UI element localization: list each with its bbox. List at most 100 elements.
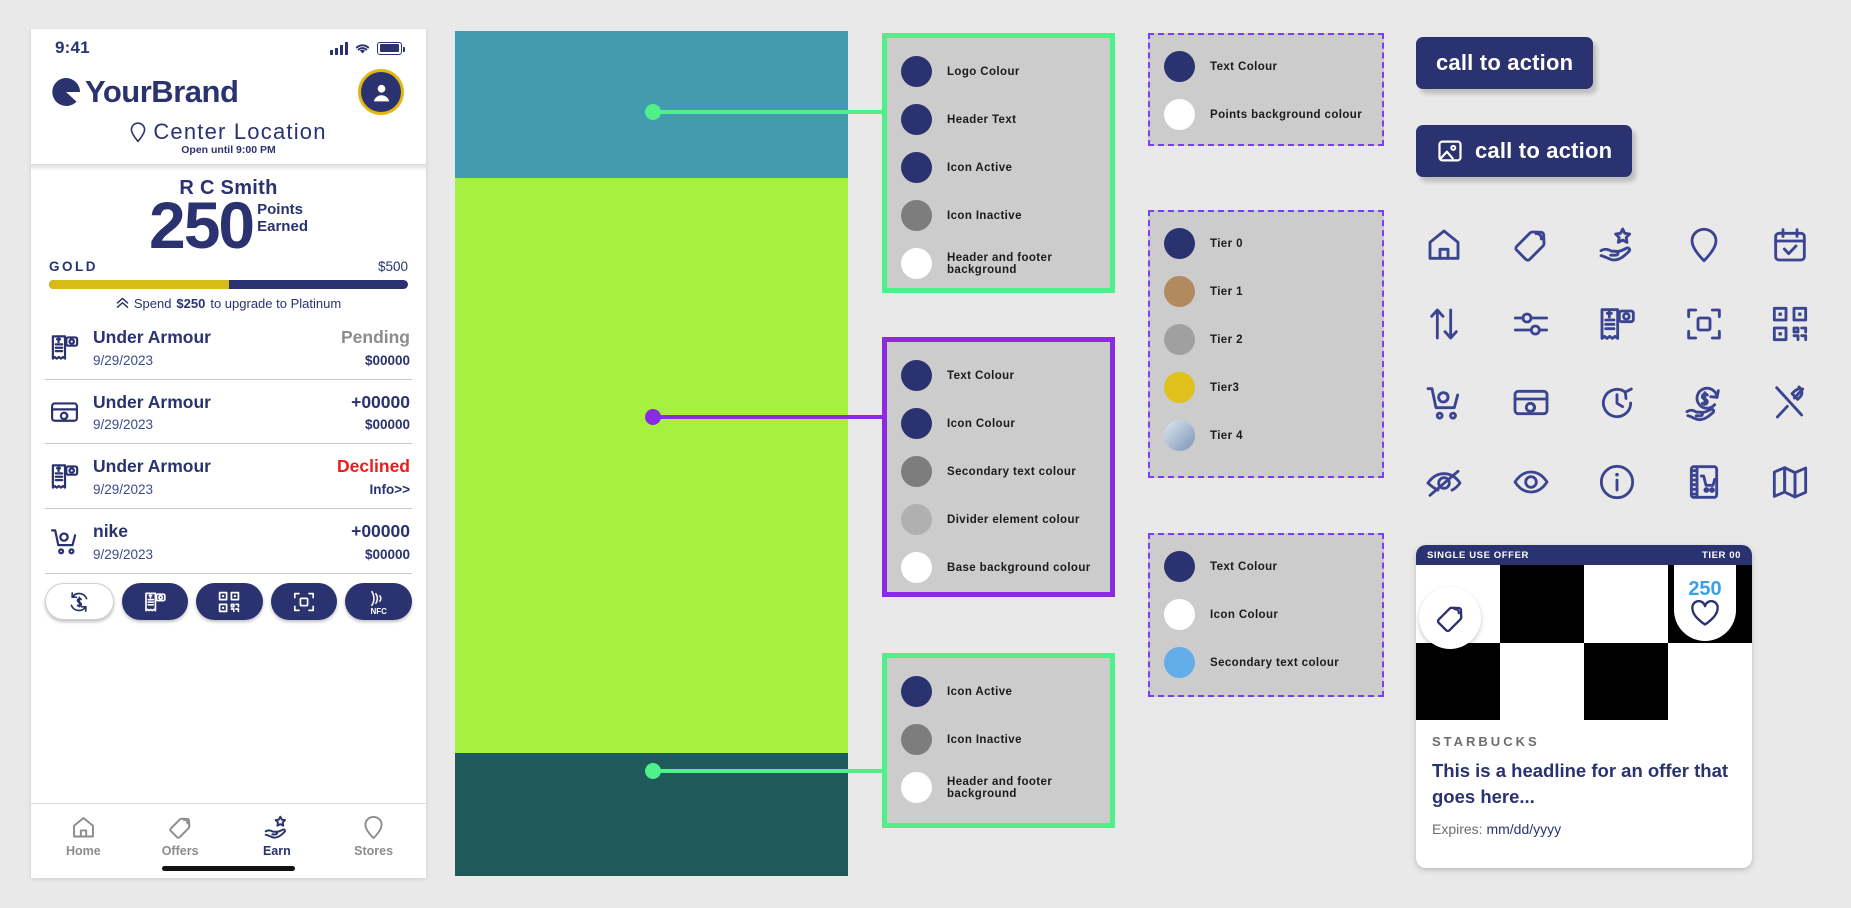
cart-link-icon [49,526,80,557]
transaction-row[interactable]: nike 9/29/2023 +00000 $00000 [45,509,412,575]
swatch-circle [901,772,932,803]
transaction-row[interactable]: Under Armour 9/29/2023 +00000 $00000 [45,380,412,445]
home-icon[interactable] [1421,222,1467,268]
connector-dot-footer [645,763,661,779]
transaction-date: 9/29/2023 [93,417,154,433]
nav-item-stores[interactable]: Stores [325,814,422,858]
swatch-row: Header and footer background [901,772,1096,803]
nfc-label: NFC [370,606,387,616]
offers-tag-icon[interactable] [1508,222,1554,268]
swatch-label: Points background colour [1210,108,1363,121]
swatch-row: Text Colour [1164,551,1368,582]
swatch-label: Icon Inactive [947,209,1022,222]
swatch-label: Tier 0 [1210,237,1243,250]
quick-action-refresh-dollar[interactable] [45,583,114,621]
location-row[interactable]: Center Location [47,119,410,145]
swatch-label: Text Colour [1210,560,1278,573]
upgrade-amount: $250 [176,295,206,311]
quick-action-receipt-camera[interactable] [121,583,189,621]
quick-action-scan-frame[interactable] [270,583,338,621]
cta-button-with-icon[interactable]: call to action [1416,125,1633,177]
swatch-circle [901,200,932,231]
dining-icon [1770,383,1810,423]
icon-row [1421,301,1813,347]
swatch-circle [1164,372,1195,403]
offer-image: 250 [1416,565,1752,720]
swatch-circle [1164,420,1195,451]
transaction-merchant: Under Armour [93,456,211,477]
eye-icon[interactable] [1508,459,1554,505]
swatch-label: Tier 4 [1210,429,1243,442]
catalog-cart-icon[interactable] [1681,459,1727,505]
cart-link-icon[interactable] [1421,380,1467,426]
dining-icon[interactable] [1767,380,1813,426]
tier-goal: $500 [377,258,408,274]
swatch-circle [901,248,932,279]
swatch-label: Header Text [947,113,1017,126]
swatch-label: Tier 1 [1210,285,1243,298]
header-swatch-panel: Logo Colour Header Text Icon Active Icon In… [882,33,1115,293]
swatch-circle [901,504,932,535]
scan-frame-icon[interactable] [1681,301,1727,347]
avatar[interactable] [358,69,404,115]
map-icon[interactable] [1767,459,1813,505]
phone-body: R C Smith 250 Points Earned GOLD $500 Sp… [31,171,426,803]
nav-item-offers[interactable]: Offers [132,814,229,858]
card-link-icon [49,397,80,428]
filter-sliders-icon[interactable] [1508,301,1554,347]
color-blocks [455,31,848,876]
eye-off-icon[interactable] [1421,459,1467,505]
qr-code-icon[interactable] [1767,301,1813,347]
tier-swatch-panel: Tier 0 Tier 1 Tier 2 Tier3 Tier 4 [1148,210,1384,478]
transaction-merchant: Under Armour [93,326,211,347]
swatch-label: Divider element colour [947,513,1080,526]
cta-button-primary[interactable]: call to action [1416,37,1594,89]
swatch-row: Icon Inactive [901,724,1096,755]
nav-item-earn[interactable]: Earn [229,814,326,858]
transaction-status: +00000 [351,391,410,412]
location-name: Center Location [153,119,327,144]
swatch-row: Icon Active [901,676,1096,707]
swatch-row: Secondary text colour [1164,647,1368,678]
transaction-row[interactable]: Under Armour 9/29/2023 Declined Info>> [45,444,412,510]
swatch-circle [1164,599,1195,630]
transaction-amount[interactable]: Info>> [337,482,410,497]
transaction-date: 9/29/2023 [93,482,154,498]
status-indicators [330,41,405,55]
earn-star-hand-icon [1597,225,1637,265]
swatch-circle [901,456,932,487]
calendar-check-icon[interactable] [1767,222,1813,268]
transaction-merchant: Under Armour [93,391,211,412]
offer-card[interactable]: SINGLE USE OFFER TIER 00 250 STARBUCKS T… [1416,545,1752,868]
offer-tag-badge [1419,587,1481,649]
nav-item-home[interactable]: Home [35,814,132,858]
sort-arrows-icon[interactable] [1421,301,1467,347]
offer-points-value: 250 [1688,578,1722,600]
cashback-hand-icon[interactable] [1681,380,1727,426]
phone-header: 9:41 YourBrand Center Location Open unti… [31,29,426,164]
phone-mockup: 9:41 YourBrand Center Location Open unti… [31,29,426,878]
info-icon [1597,462,1637,502]
swatch-label: Tier 2 [1210,333,1243,346]
swatch-row: Header and footer background [901,248,1096,279]
cta-label: call to action [1436,50,1574,75]
offers-tag-icon [167,814,194,841]
offers-tag-icon [1436,606,1462,632]
connector-dot-header [645,104,661,120]
earn-star-hand-icon[interactable] [1594,222,1640,268]
receipt-camera-icon[interactable] [1594,301,1640,347]
timer-icon[interactable] [1594,380,1640,426]
offer-expiry-label: Expires: [1432,821,1483,838]
quick-action-qr-code[interactable] [196,583,263,621]
quick-action-nfc[interactable]: NFC [345,583,412,621]
user-icon [373,84,389,101]
swatch-label: Icon Colour [1210,608,1279,621]
receipt-camera-icon [47,461,81,492]
map-icon [1770,462,1810,502]
card-link-icon[interactable] [1508,380,1554,426]
info-icon[interactable] [1594,459,1640,505]
location-pin-icon[interactable] [1681,222,1727,268]
cta-label: call to action [1475,138,1613,163]
swatch-row: Logo Colour [901,56,1096,87]
transaction-row[interactable]: Under Armour 9/29/2023 Pending $00000 [45,315,412,380]
